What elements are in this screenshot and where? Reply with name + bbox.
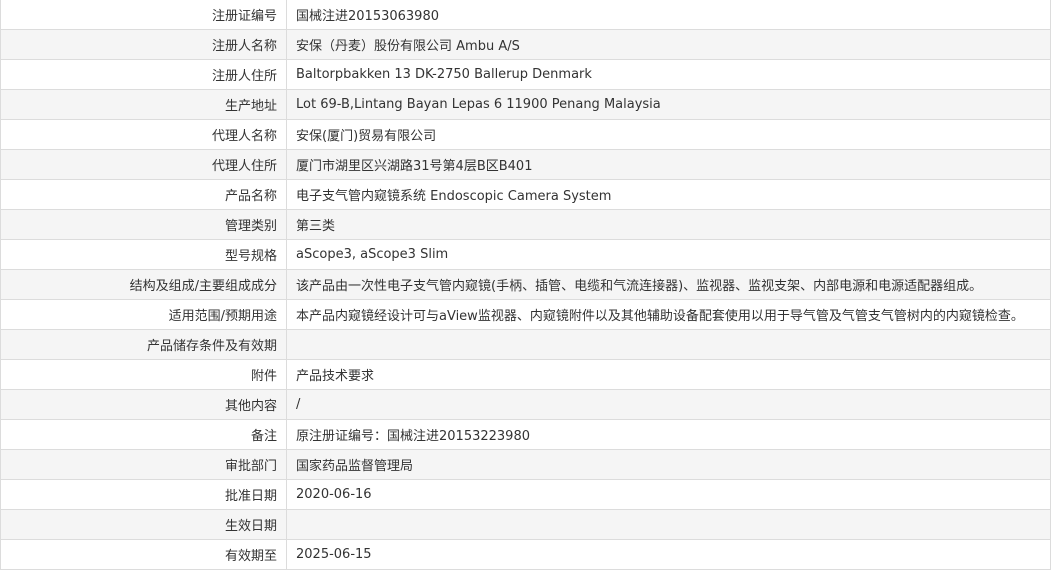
- row-registration-number: 注册证编号 国械注进20153063980: [0, 0, 1051, 30]
- effective-date-label: 生效日期: [0, 509, 287, 540]
- product-name-label: 产品名称: [0, 179, 287, 210]
- structure-composition-value: 该产品由一次性电子支气管内窥镜(手柄、插管、电缆和气流连接器)、监视器、监视支架…: [286, 269, 1051, 300]
- approval-date-label: 批准日期: [0, 479, 287, 510]
- product-name-value: 电子支气管内窥镜系统 Endoscopic Camera System: [286, 179, 1051, 210]
- remarks-value: 原注册证编号：国械注进20153223980: [286, 419, 1051, 450]
- row-agent-address: 代理人住所 厦门市湖里区兴湖路31号第4层B区B401: [0, 149, 1051, 180]
- row-intended-use: 适用范围/预期用途 本产品内窥镜经设计可与aView监视器、内窥镜附件以及其他辅…: [0, 299, 1051, 330]
- row-structure-composition: 结构及组成/主要组成成分 该产品由一次性电子支气管内窥镜(手柄、插管、电缆和气流…: [0, 269, 1051, 300]
- management-category-label: 管理类别: [0, 209, 287, 240]
- registration-info-table: 注册证编号 国械注进20153063980 注册人名称 安保（丹麦）股份有限公司…: [0, 0, 1051, 570]
- other-content-value: /: [286, 389, 1051, 420]
- registration-number-label: 注册证编号: [0, 0, 287, 30]
- manufacturing-address-value: Lot 69-B,Lintang Bayan Lepas 6 11900 Pen…: [286, 89, 1051, 120]
- row-attachments: 附件 产品技术要求: [0, 359, 1051, 390]
- row-management-category: 管理类别 第三类: [0, 209, 1051, 240]
- model-spec-value: aScope3, aScope3 Slim: [286, 239, 1051, 270]
- manufacturing-address-label: 生产地址: [0, 89, 287, 120]
- intended-use-value: 本产品内窥镜经设计可与aView监视器、内窥镜附件以及其他辅助设备配套使用以用于…: [286, 299, 1051, 330]
- agent-address-value: 厦门市湖里区兴湖路31号第4层B区B401: [286, 149, 1051, 180]
- row-registrant-name: 注册人名称 安保（丹麦）股份有限公司 Ambu A/S: [0, 29, 1051, 60]
- approval-department-label: 审批部门: [0, 449, 287, 480]
- structure-composition-label: 结构及组成/主要组成成分: [0, 269, 287, 300]
- row-approval-department: 审批部门 国家药品监督管理局: [0, 449, 1051, 480]
- attachments-value: 产品技术要求: [286, 359, 1051, 390]
- row-registrant-address: 注册人住所 Baltorpbakken 13 DK-2750 Ballerup …: [0, 59, 1051, 90]
- row-remarks: 备注 原注册证编号：国械注进20153223980: [0, 419, 1051, 450]
- valid-until-value: 2025-06-15: [286, 539, 1051, 570]
- row-product-name: 产品名称 电子支气管内窥镜系统 Endoscopic Camera System: [0, 179, 1051, 210]
- valid-until-label: 有效期至: [0, 539, 287, 570]
- registrant-address-label: 注册人住所: [0, 59, 287, 90]
- agent-name-label: 代理人名称: [0, 119, 287, 150]
- registrant-name-value: 安保（丹麦）股份有限公司 Ambu A/S: [286, 29, 1051, 60]
- row-model-spec: 型号规格 aScope3, aScope3 Slim: [0, 239, 1051, 270]
- row-manufacturing-address: 生产地址 Lot 69-B,Lintang Bayan Lepas 6 1190…: [0, 89, 1051, 120]
- row-valid-until: 有效期至 2025-06-15: [0, 539, 1051, 570]
- model-spec-label: 型号规格: [0, 239, 287, 270]
- other-content-label: 其他内容: [0, 389, 287, 420]
- intended-use-label: 适用范围/预期用途: [0, 299, 287, 330]
- storage-conditions-value: [286, 329, 1051, 360]
- remarks-label: 备注: [0, 419, 287, 450]
- row-agent-name: 代理人名称 安保(厦门)贸易有限公司: [0, 119, 1051, 150]
- row-effective-date: 生效日期: [0, 509, 1051, 540]
- registrant-address-value: Baltorpbakken 13 DK-2750 Ballerup Denmar…: [286, 59, 1051, 90]
- registrant-name-label: 注册人名称: [0, 29, 287, 60]
- storage-conditions-label: 产品储存条件及有效期: [0, 329, 287, 360]
- management-category-value: 第三类: [286, 209, 1051, 240]
- approval-department-value: 国家药品监督管理局: [286, 449, 1051, 480]
- approval-date-value: 2020-06-16: [286, 479, 1051, 510]
- agent-address-label: 代理人住所: [0, 149, 287, 180]
- agent-name-value: 安保(厦门)贸易有限公司: [286, 119, 1051, 150]
- row-storage-conditions: 产品储存条件及有效期: [0, 329, 1051, 360]
- attachments-label: 附件: [0, 359, 287, 390]
- row-other-content: 其他内容 /: [0, 389, 1051, 420]
- row-approval-date: 批准日期 2020-06-16: [0, 479, 1051, 510]
- registration-number-value: 国械注进20153063980: [286, 0, 1051, 30]
- effective-date-value: [286, 509, 1051, 540]
